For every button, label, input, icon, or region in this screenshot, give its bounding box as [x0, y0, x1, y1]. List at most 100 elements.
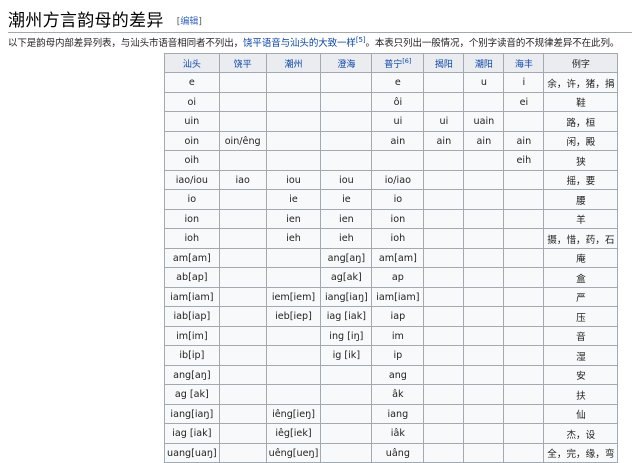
table-cell: ab[ap] [164, 267, 220, 288]
table-cell [218, 345, 267, 366]
table-cell [423, 345, 465, 366]
edit-section-link[interactable]: [编辑] [177, 17, 202, 27]
table-row: ab[ap] ag[ak] ap 盒 [164, 267, 619, 288]
raoping-link[interactable]: 饶平语音与汕头的大致一样 [243, 38, 356, 49]
table-row: ioh ieh ieh ioh 摄，惜，药，石 [164, 228, 619, 249]
table-cell [265, 365, 322, 385]
table-cell [423, 287, 465, 307]
table-cell: im[im] [164, 326, 220, 346]
table-cell [463, 306, 505, 327]
table-cell: ig [ik] [320, 345, 373, 366]
table-cell [218, 209, 267, 229]
table-cell [218, 267, 267, 288]
table-cell [503, 209, 545, 229]
table-cell: ieh [320, 228, 373, 249]
table-cell: iêg[iek] [265, 423, 322, 444]
table-row: e e u i 余，许，猪，捐 [164, 72, 619, 93]
table-cell [265, 248, 322, 268]
table-cell: 羊 [543, 209, 619, 229]
table-cell: iap [371, 306, 425, 327]
table-cell: ion [164, 209, 220, 229]
intro-text-after: 。本表只列出一般情况，个别字读音的不规律差异不在此列。 [365, 38, 620, 49]
table-cell: uang[uaŋ] [164, 443, 220, 463]
table-cell: ien [320, 209, 373, 229]
table-cell [218, 150, 267, 171]
table-cell [463, 384, 505, 405]
table-cell [320, 365, 373, 385]
intro-paragraph: 以下是韵母内部差异列表，与汕头市语音相同者不列出，饶平语音与汕头的大致一样[5]… [8, 35, 634, 49]
table-cell: iao [218, 170, 267, 190]
table-row: ag [ak] âk 扶 [164, 384, 619, 405]
table-cell [320, 423, 373, 444]
table-cell: uâng [371, 443, 425, 463]
table-row: oih eih 狭 [164, 150, 619, 171]
table-cell: ain [371, 131, 425, 151]
table-cell [423, 189, 465, 210]
column-header-1[interactable]: 饶平 [218, 53, 267, 73]
edit-label[interactable]: 编辑 [180, 17, 198, 27]
table-cell: i [503, 72, 545, 93]
table-cell [423, 404, 465, 424]
table-cell: 狭 [543, 150, 619, 171]
table-cell [320, 443, 373, 463]
table-cell: ip [371, 345, 425, 366]
table-cell: oih [164, 150, 220, 171]
table-cell: iang[iaŋ] [320, 287, 373, 307]
table-cell: iag [iak] [320, 306, 373, 327]
section-heading: 潮州方言韵母的差异 [编辑] [8, 6, 632, 33]
table-cell: 湿 [543, 345, 619, 366]
table-cell: ang [371, 365, 425, 385]
column-header-6[interactable]: 潮阳 [463, 53, 505, 73]
reference-5[interactable]: [5] [356, 36, 366, 44]
table-cell [463, 365, 505, 385]
table-cell: 音 [543, 326, 619, 346]
table-cell [218, 306, 267, 327]
table-cell: 压 [543, 306, 619, 327]
column-header-5[interactable]: 揭阳 [423, 53, 465, 73]
table-row: iang[iaŋ] iêng[ieŋ] iang 仙 [164, 404, 619, 424]
table-cell: 安 [543, 365, 619, 385]
table-cell [503, 384, 545, 405]
table-cell [320, 72, 373, 93]
column-header-0[interactable]: 汕头 [164, 53, 220, 73]
table-row: iag [iak] iêg[iek] iâk 杰，设 [164, 423, 619, 444]
table-cell: iao/iou [164, 170, 220, 190]
table-cell: im [371, 326, 425, 346]
table-cell: 闲，殿 [543, 131, 619, 151]
table-cell [265, 267, 322, 288]
table-cell: ioh [371, 228, 425, 249]
reference-6[interactable]: [6] [402, 57, 411, 65]
table-cell: 庵 [543, 248, 619, 268]
table-cell [218, 228, 267, 249]
table-cell: am[am] [164, 248, 220, 268]
table-row: ib[ip] ig [ik] ip 湿 [164, 345, 619, 366]
table-row: oi ôi ei 鞋 [164, 92, 619, 112]
column-header-4[interactable]: 普宁[6] [371, 53, 425, 73]
table-cell [463, 404, 505, 424]
table-cell [423, 248, 465, 268]
table-cell [218, 189, 267, 210]
table-cell: ioh [164, 228, 220, 249]
column-header-2[interactable]: 潮州 [265, 53, 322, 73]
table-cell [503, 404, 545, 424]
table-cell [503, 365, 545, 385]
table-header-row: 汕头 饶平 潮州 澄海 普宁[6] 揭阳 潮阳 海丰 例字 [164, 53, 619, 73]
table-cell: 鞋 [543, 92, 619, 112]
table-cell: 摇，要 [543, 170, 619, 190]
table-cell: ing [iŋ] [320, 326, 373, 346]
table-cell [265, 384, 322, 405]
table-cell [218, 365, 267, 385]
table-cell [463, 345, 505, 366]
table-row: uang[uaŋ] uêng[ueŋ] uâng 全，完，缘，弯 [164, 443, 619, 463]
table-cell: ui [423, 111, 465, 132]
section-title: 潮州方言韵母的差异 [8, 11, 164, 31]
table-cell [423, 92, 465, 112]
table-cell: ieb[iep] [265, 306, 322, 327]
table-cell: uin [164, 111, 220, 132]
column-header-7[interactable]: 海丰 [503, 53, 545, 73]
table-cell [265, 111, 322, 132]
table-cell [463, 443, 505, 463]
table-cell [423, 170, 465, 190]
column-header-3[interactable]: 澄海 [320, 53, 373, 73]
table-cell: am[am] [371, 248, 425, 268]
